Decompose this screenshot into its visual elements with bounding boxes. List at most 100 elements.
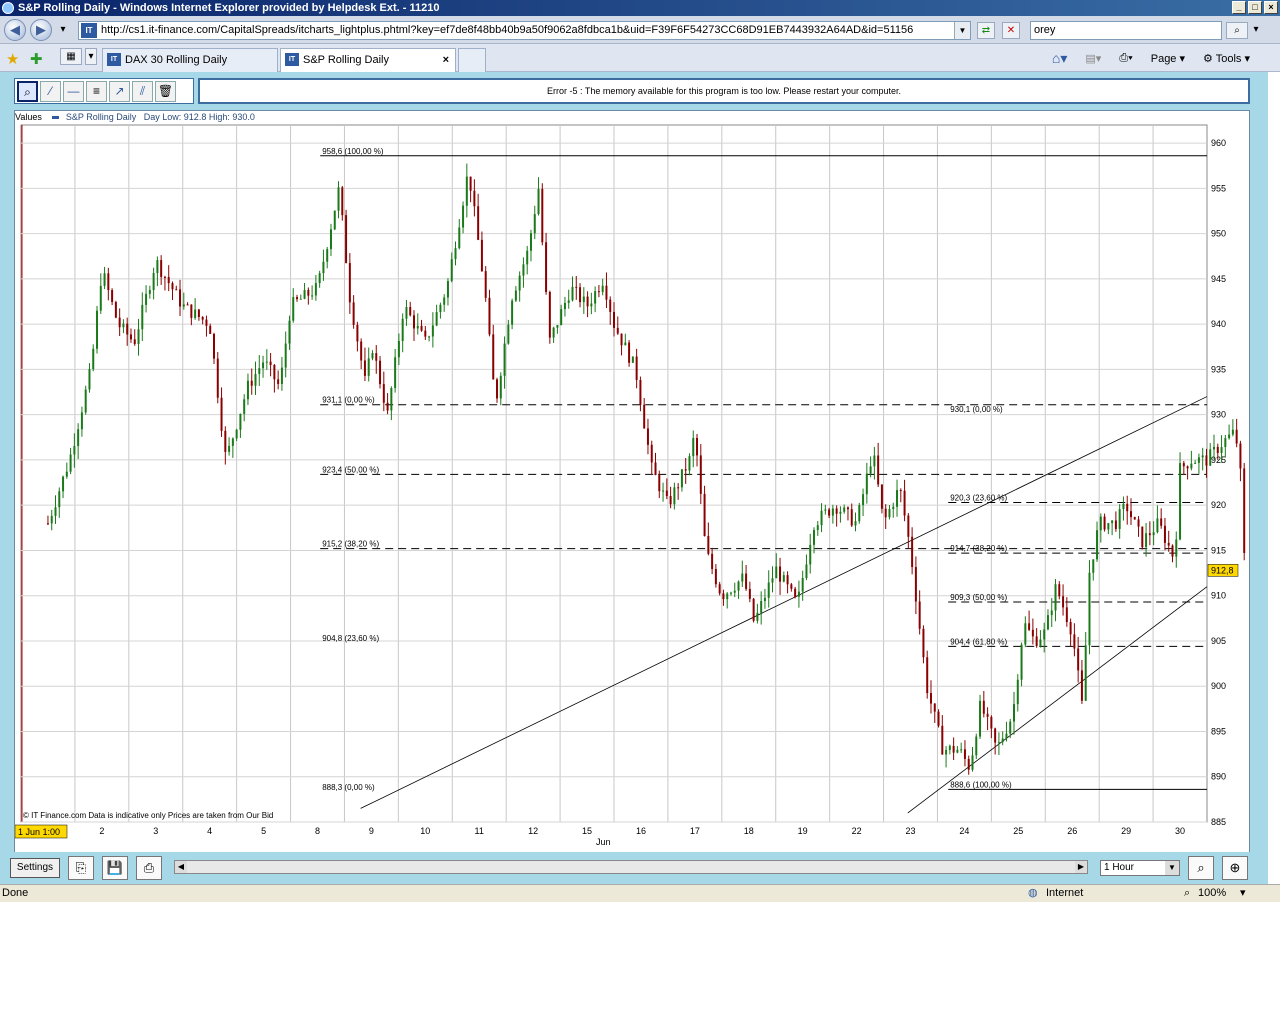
- candle-body: [548, 292, 551, 338]
- interval-dropdown-icon[interactable]: ▼: [1165, 861, 1179, 875]
- close-window-button[interactable]: ×: [1264, 1, 1278, 14]
- channel-tool-icon[interactable]: ↗: [109, 81, 130, 102]
- zoom-tool-icon[interactable]: ⌕: [17, 81, 38, 102]
- back-button[interactable]: ◀: [4, 19, 26, 41]
- tab-sp[interactable]: IT S&P Rolling Daily ×: [280, 48, 456, 72]
- address-field[interactable]: IT http://cs1.it-finance.com/CapitalSpre…: [78, 21, 971, 40]
- fib-level-label: 909,3 (50,00 %): [950, 593, 1007, 602]
- home-icon[interactable]: ⌂▾: [1052, 50, 1067, 67]
- candle-body: [639, 379, 642, 405]
- y-tick-label: 950: [1211, 229, 1226, 239]
- candle-body: [1009, 721, 1012, 734]
- refresh-icon[interactable]: ⇄: [977, 22, 995, 39]
- candle-body: [250, 380, 253, 386]
- candle-body: [292, 297, 295, 321]
- candle-body: [960, 749, 963, 751]
- candle-body: [428, 336, 431, 338]
- chart-area[interactable]: Values S&P Rolling Daily Day Low: 912.8 …: [14, 110, 1250, 862]
- candle-body: [986, 713, 989, 717]
- candle-body: [435, 312, 438, 326]
- search-icon[interactable]: ⌕: [1226, 22, 1248, 39]
- zoom-out-icon[interactable]: ⌕: [1188, 856, 1214, 880]
- candle-body: [99, 285, 102, 311]
- save-icon[interactable]: 💾: [102, 856, 128, 880]
- candle-body: [1137, 519, 1140, 527]
- candle-body: [613, 311, 615, 328]
- candle-body: [1107, 523, 1110, 530]
- zoom-in-icon[interactable]: ⊕: [1222, 856, 1248, 880]
- candle-body: [1179, 463, 1182, 540]
- favorites-star-icon[interactable]: ★: [6, 50, 19, 68]
- error-message-box: Error -5 : The memory available for this…: [198, 78, 1250, 104]
- candle-body: [624, 342, 627, 346]
- y-tick-label: 890: [1211, 772, 1226, 782]
- interval-select[interactable]: 1 Hour ▼: [1100, 860, 1180, 876]
- chart-scrollbar[interactable]: ◀ ▶: [174, 860, 1088, 874]
- scroll-right-icon[interactable]: ▶: [1075, 861, 1087, 873]
- delete-drawing-icon[interactable]: 🗑: [155, 81, 176, 102]
- candle-body: [186, 304, 189, 306]
- zoom-dropdown-icon[interactable]: ▾: [1240, 885, 1246, 902]
- close-tab-icon[interactable]: ×: [443, 49, 449, 71]
- trendline-tool-icon[interactable]: ⁄: [40, 81, 61, 102]
- page-menu[interactable]: Page ▾: [1151, 52, 1185, 65]
- search-options-icon[interactable]: ▾: [1250, 22, 1262, 39]
- candle-body: [160, 260, 163, 277]
- candle-body: [903, 490, 906, 516]
- status-zoom[interactable]: 100%: [1198, 885, 1226, 902]
- candle-body: [1001, 738, 1004, 743]
- candle-body: [850, 509, 853, 526]
- search-input[interactable]: orey: [1030, 21, 1222, 40]
- candle-body: [1190, 463, 1193, 469]
- candle-body: [933, 703, 936, 712]
- candle-body: [503, 343, 506, 376]
- new-tab-button[interactable]: [458, 48, 486, 72]
- candle-body: [1058, 584, 1061, 597]
- candle-body: [729, 592, 732, 594]
- candle-body: [896, 490, 899, 507]
- horizontal-line-tool-icon[interactable]: —: [63, 81, 84, 102]
- minimize-button[interactable]: _: [1232, 1, 1246, 14]
- fib-level-label: 915,2 (38,20 %): [322, 540, 379, 549]
- candle-body: [182, 304, 185, 307]
- tab-list-icon[interactable]: ▾: [85, 48, 97, 65]
- candle-body: [582, 296, 585, 303]
- parallel-lines-tool-icon[interactable]: ⫽: [132, 81, 153, 102]
- candle-body: [982, 700, 985, 714]
- feeds-icon[interactable]: ▤▾: [1085, 52, 1101, 65]
- maximize-button[interactable]: □: [1248, 1, 1262, 14]
- candle-body: [846, 507, 849, 510]
- scroll-left-icon[interactable]: ◀: [175, 861, 187, 873]
- fibonacci-tool-icon[interactable]: ≡: [86, 81, 107, 102]
- candle-body: [322, 261, 325, 274]
- price-chart[interactable]: 1234589101112151617181922232425262930Jun…: [15, 111, 1251, 863]
- candle-body: [231, 438, 234, 446]
- candle-body: [1145, 533, 1148, 548]
- candle-body: [84, 389, 87, 413]
- print-chart-icon[interactable]: ⎙: [136, 856, 162, 880]
- history-dropdown-icon[interactable]: ▾: [57, 22, 69, 39]
- quick-tabs-icon[interactable]: ▦: [60, 48, 82, 65]
- tab-dax-label: DAX 30 Rolling Daily: [125, 54, 228, 66]
- candle-body: [914, 567, 917, 602]
- forward-button[interactable]: ▶: [30, 19, 52, 41]
- tools-menu[interactable]: ⚙ Tools ▾: [1203, 52, 1250, 65]
- tab-dax[interactable]: IT DAX 30 Rolling Daily: [102, 48, 278, 72]
- candle-body: [533, 214, 536, 234]
- candle-body: [318, 273, 321, 284]
- x-tick-label: 18: [744, 826, 754, 836]
- stop-icon[interactable]: ✕: [1002, 22, 1020, 39]
- candle-body: [401, 318, 404, 342]
- candle-body: [654, 462, 657, 476]
- add-favorites-icon[interactable]: ✚: [30, 50, 43, 68]
- export-icon[interactable]: ⎘: [68, 856, 94, 880]
- candle-body: [375, 353, 378, 361]
- address-dropdown-icon[interactable]: ▼: [954, 22, 970, 39]
- print-icon[interactable]: ⎙▾: [1119, 52, 1132, 65]
- y-tick-label: 940: [1211, 319, 1226, 329]
- candle-body: [650, 444, 653, 463]
- x-tick-label: 5: [261, 826, 266, 836]
- zoom-level-icon[interactable]: ⌕: [1184, 885, 1190, 902]
- settings-button[interactable]: Settings: [10, 858, 60, 878]
- candle-body: [243, 399, 246, 414]
